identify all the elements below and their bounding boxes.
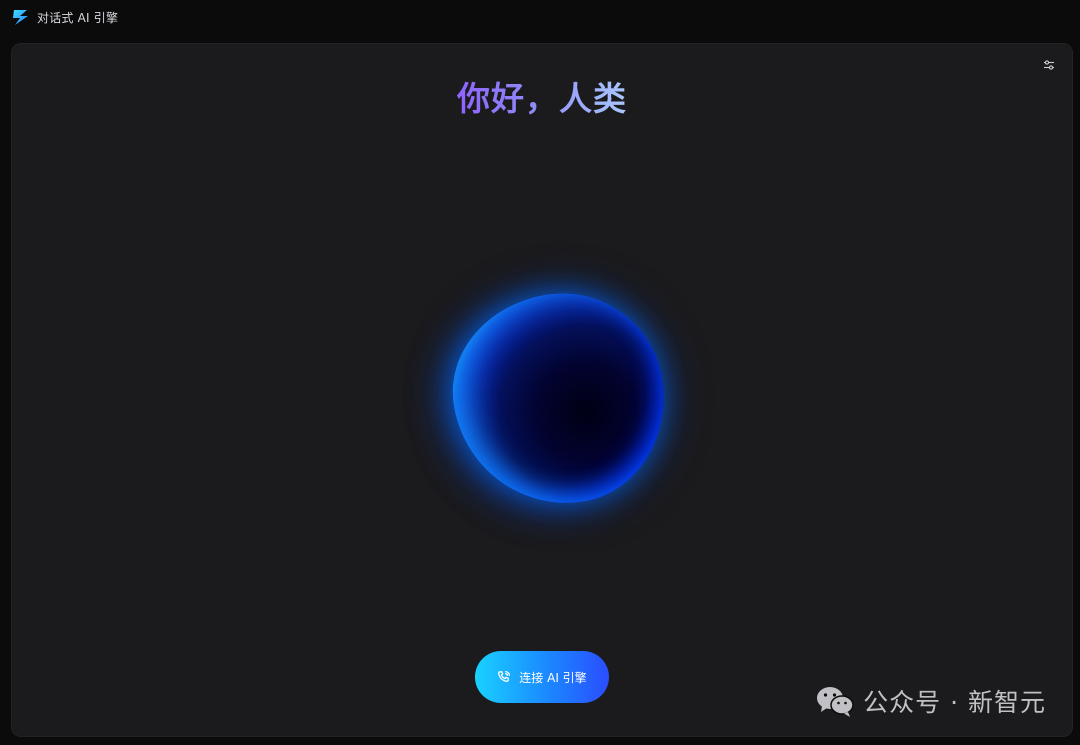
top-bar: 对话式 AI 引擎 [0, 0, 1080, 34]
main-panel: 你好，人类 连接 AI 引擎 [11, 43, 1073, 737]
watermark: 公众号 · 新智元 [815, 683, 1046, 719]
voice-orb [432, 280, 678, 524]
greeting-heading: 你好，人类 [12, 72, 1072, 120]
wechat-icon [815, 684, 855, 718]
greeting-text: 你好，人类 [457, 79, 627, 118]
phone-call-icon [497, 670, 511, 684]
connect-button-label: 连接 AI 引擎 [519, 670, 587, 685]
lightning-logo-icon [10, 6, 32, 28]
watermark-text: 公众号 · 新智元 [863, 688, 1046, 717]
orb-body [440, 280, 678, 518]
app-title: 对话式 AI 引擎 [37, 10, 119, 25]
connect-ai-engine-button[interactable]: 连接 AI 引擎 [475, 651, 609, 703]
